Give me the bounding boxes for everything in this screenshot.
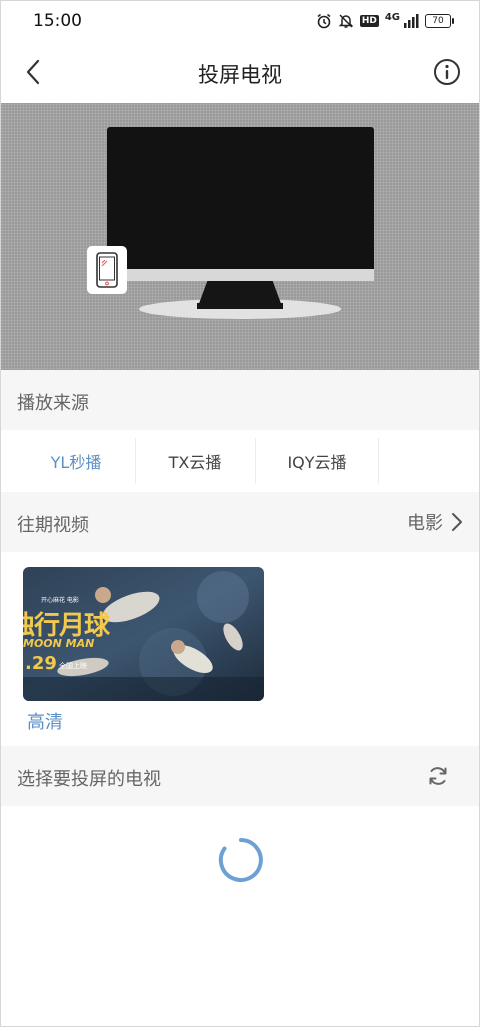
- tab-yl-label: YL秒播: [50, 453, 102, 472]
- tab-yl[interactable]: YL秒播: [16, 430, 136, 492]
- source-section-title: 播放来源: [17, 393, 89, 414]
- category-label: 电影: [407, 513, 443, 534]
- tv-chin: [107, 269, 374, 281]
- refresh-icon: [429, 767, 447, 785]
- video-quality-badge: 高清: [27, 712, 63, 733]
- app-frame: 15:00 HD 4G 70 投屏电视 播放来源 YL秒播 TX云播 IQY云播…: [0, 0, 480, 1027]
- tab-tx-label: TX云播: [168, 453, 222, 472]
- status-icons: HD 4G 70: [316, 11, 454, 30]
- tab-iqy-label: IQY云播: [287, 453, 347, 472]
- mute-bell-icon: [338, 14, 354, 28]
- status-bar: 15:00 HD 4G 70: [1, 1, 479, 41]
- battery-icon: 70: [425, 14, 454, 28]
- source-tabs: YL秒播 TX云播 IQY云播: [1, 430, 479, 492]
- tab-tx[interactable]: TX云播: [135, 430, 255, 492]
- page-title: 投屏电视: [198, 63, 282, 87]
- tv-screen: [107, 127, 374, 269]
- nav-bar: 投屏电视: [1, 41, 479, 103]
- tv-select-title: 选择要投屏的电视: [17, 769, 161, 790]
- tab-divider: [378, 438, 379, 484]
- tab-iqy[interactable]: IQY云播: [257, 430, 377, 492]
- tv-illustration: [1, 103, 479, 370]
- past-videos-title: 往期视频: [17, 515, 89, 536]
- video-card[interactable]: 开心麻花 电影 独行月球 MOON MAN .29 全国上映: [23, 567, 264, 701]
- tab-divider: [255, 438, 256, 484]
- chevron-right-icon: [452, 513, 462, 531]
- past-videos-header: 往期视频 电影: [1, 492, 479, 552]
- phone-badge: [87, 246, 127, 294]
- poster-date: .29: [25, 653, 57, 674]
- loading-spinner-icon: [218, 838, 263, 882]
- info-icon: [434, 59, 460, 85]
- info-button[interactable]: [433, 58, 461, 86]
- hd-icon: HD: [359, 15, 379, 27]
- category-link[interactable]: 电影: [407, 509, 463, 535]
- phone-icon: [96, 252, 118, 288]
- source-section-header: 播放来源: [1, 370, 479, 430]
- network-label: 4G: [384, 11, 400, 23]
- refresh-button[interactable]: [427, 765, 449, 787]
- alarm-icon: [317, 13, 331, 29]
- poster-subtitle: MOON MAN: [23, 637, 95, 650]
- tv-select-header: 选择要投屏的电视: [1, 746, 479, 806]
- signal-icon: [404, 14, 419, 28]
- tv-stand-foot: [197, 303, 283, 309]
- status-time: 15:00: [33, 11, 82, 31]
- poster-release: 全国上映: [59, 662, 87, 670]
- poster-tag: 开心麻花 电影: [41, 597, 79, 604]
